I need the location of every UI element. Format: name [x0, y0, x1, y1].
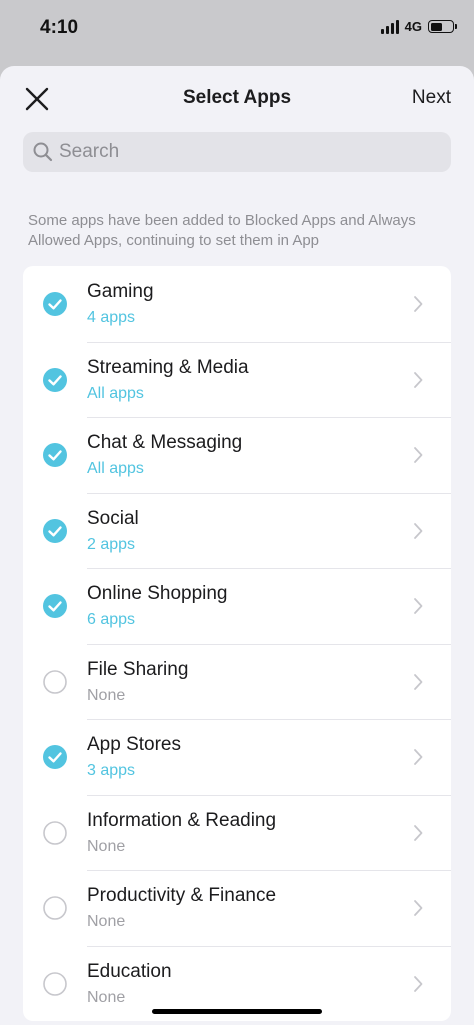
category-list: Gaming 4 apps Streaming & Media All apps… [23, 266, 451, 1021]
unchecked-circle-icon[interactable] [43, 971, 67, 996]
category-row[interactable]: Social 2 apps [23, 492, 451, 569]
network-type: 4G [404, 19, 422, 34]
checked-circle-icon[interactable] [43, 594, 67, 618]
chevron-right-icon[interactable] [413, 522, 423, 540]
status-bar: 4:10 4G [0, 0, 474, 66]
category-app-count: None [87, 913, 126, 930]
category-app-count: 2 apps [87, 535, 136, 553]
unchecked-circle-icon[interactable] [43, 669, 67, 694]
status-time: 4:10 [40, 17, 79, 38]
category-row[interactable]: Chat & Messaging All apps [23, 417, 451, 493]
category-row[interactable]: Gaming 4 apps [23, 266, 451, 342]
home-indicator [152, 1009, 322, 1014]
category-title: Social [87, 507, 139, 529]
category-app-count: 4 apps [87, 309, 136, 326]
chevron-right-icon[interactable] [413, 975, 423, 993]
category-title: Education [87, 960, 172, 982]
chevron-right-icon[interactable] [413, 597, 423, 615]
category-row[interactable]: Productivity & Finance None [23, 870, 451, 946]
checked-circle-icon[interactable] [43, 443, 67, 467]
category-app-count: 6 apps [87, 611, 136, 628]
chevron-right-icon[interactable] [413, 446, 423, 464]
status-icons: 4G [380, 19, 457, 34]
category-app-count: All apps [87, 384, 144, 402]
category-app-count: None [87, 686, 126, 704]
notice-text: Some apps have been added to Blocked App… [28, 212, 416, 249]
chevron-right-icon[interactable] [413, 899, 423, 917]
chevron-right-icon[interactable] [413, 371, 423, 389]
category-row[interactable]: Streaming & Media All apps [23, 341, 451, 418]
category-app-count: None [87, 837, 126, 855]
checked-circle-icon[interactable] [43, 518, 67, 543]
category-row[interactable]: Information & Reading None [23, 794, 451, 871]
search-input[interactable] [59, 141, 439, 163]
category-app-count: 3 apps [87, 762, 136, 779]
page-title: Select Apps [182, 87, 292, 108]
category-title: Chat & Messaging [87, 432, 243, 453]
chevron-right-icon[interactable] [413, 824, 423, 842]
category-app-count: None [87, 988, 126, 1006]
search-bar[interactable] [23, 132, 451, 172]
chevron-right-icon[interactable] [413, 673, 423, 691]
checked-circle-icon[interactable] [43, 292, 67, 316]
search-icon [33, 142, 53, 162]
category-title: Productivity & Finance [87, 885, 277, 906]
category-title: File Sharing [87, 658, 189, 680]
category-title: Streaming & Media [87, 356, 249, 378]
category-title: App Stores [87, 734, 181, 755]
unchecked-circle-icon[interactable] [43, 820, 67, 845]
category-title: Information & Reading [87, 809, 277, 831]
checked-circle-icon[interactable] [43, 367, 67, 392]
nav-bar: Select Apps Next [0, 66, 474, 130]
category-row[interactable]: File Sharing None [23, 643, 451, 720]
signal-icon [380, 19, 399, 34]
next-button[interactable]: Next [412, 87, 451, 109]
category-app-count: All apps [87, 460, 144, 477]
battery-icon [428, 20, 457, 33]
checked-circle-icon[interactable] [43, 745, 67, 769]
battery-level [430, 22, 443, 31]
category-title: Gaming [87, 281, 154, 302]
category-row[interactable]: App Stores 3 apps [23, 719, 451, 795]
chevron-right-icon[interactable] [413, 295, 423, 313]
category-row[interactable]: Online Shopping 6 apps [23, 568, 451, 644]
category-title: Online Shopping [87, 583, 228, 604]
chevron-right-icon[interactable] [413, 748, 423, 766]
unchecked-circle-icon[interactable] [43, 896, 67, 920]
select-apps-sheet: Select Apps Next Some apps have been add… [0, 66, 474, 1025]
